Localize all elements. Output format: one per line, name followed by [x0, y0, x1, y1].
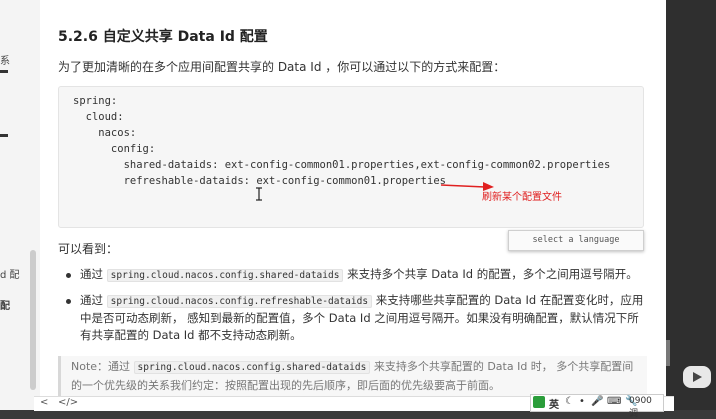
play-button[interactable]: [683, 366, 711, 388]
punctuation-icon[interactable]: •: [579, 396, 585, 407]
bullet-dot: [66, 299, 71, 304]
code-line: nacos:: [73, 127, 137, 139]
left-nav-marker: [0, 134, 8, 137]
page-scrollbar[interactable]: [666, 340, 670, 366]
code-view-button[interactable]: </>: [58, 397, 78, 408]
bullet-prefix: 通过: [80, 267, 103, 281]
play-icon: [693, 372, 702, 382]
left-nav-scrollbar[interactable]: [30, 250, 36, 390]
moon-icon[interactable]: ☾: [565, 396, 574, 407]
code-block: spring: cloud: nacos: config: shared-dat…: [58, 86, 644, 228]
left-nav-panel: 系 d 配 配: [0, 0, 41, 410]
language-select[interactable]: select a language: [508, 230, 644, 251]
back-button[interactable]: <: [40, 397, 48, 408]
bullet-text: 来支持多个共享 Data Id 的配置，多个之间用逗号隔开。: [347, 267, 638, 281]
see-label: 可以看到：: [58, 242, 119, 256]
left-nav-marker: [0, 70, 8, 73]
intro-text: 为了更加清晰的在多个应用间配置共享的 Data Id ，你可以通过以下的方式来配…: [58, 60, 506, 74]
bullet-prefix: 通过: [80, 293, 103, 307]
code-line: config:: [73, 143, 156, 155]
inline-code: spring.cloud.nacos.config.shared-dataids: [106, 269, 344, 282]
left-nav-fragment[interactable]: 系: [0, 52, 10, 67]
ime-logo-icon: [533, 396, 545, 408]
code-line: cloud:: [73, 111, 124, 123]
left-nav-fragment[interactable]: 配: [0, 297, 10, 312]
code-line: shared-dataids: ext-config-common01.prop…: [73, 159, 611, 171]
annotation-label: 刷新某个配置文件: [482, 192, 562, 203]
inline-code: spring.cloud.nacos.config.shared-dataids: [133, 361, 371, 374]
code-line: refreshable-dataids: ext-config-common01…: [73, 175, 446, 187]
text-cursor-icon: [256, 187, 262, 201]
section-heading: 5.2.6 自定义共享 Data Id 配置: [58, 29, 268, 45]
keyboard-icon[interactable]: ⌨: [607, 396, 621, 407]
list-item: 通过 spring.cloud.nacos.config.shared-data…: [66, 266, 646, 286]
mic-icon[interactable]: 🎤: [591, 396, 603, 407]
bullet-dot: [66, 273, 71, 278]
inline-code: spring.cloud.nacos.config.refreshable-da…: [106, 295, 373, 308]
list-item: 通过 spring.cloud.nacos.config.refreshable…: [66, 292, 646, 346]
left-nav-fragment[interactable]: d 配: [0, 266, 20, 281]
note-prefix: Note：通过: [71, 360, 131, 373]
doc-content: 5.2.6 自定义共享 Data Id 配置 为了更加清晰的在多个应用间配置共享…: [40, 0, 666, 410]
code-line: spring:: [73, 95, 118, 107]
ime-number: 0900 调: [629, 396, 652, 419]
ime-mode[interactable]: 英: [549, 396, 559, 411]
ime-toolbar: 英 ☾ • 🎤 ⌨ 🔧 0900 调: [530, 394, 664, 419]
right-dark-area: [666, 0, 716, 410]
